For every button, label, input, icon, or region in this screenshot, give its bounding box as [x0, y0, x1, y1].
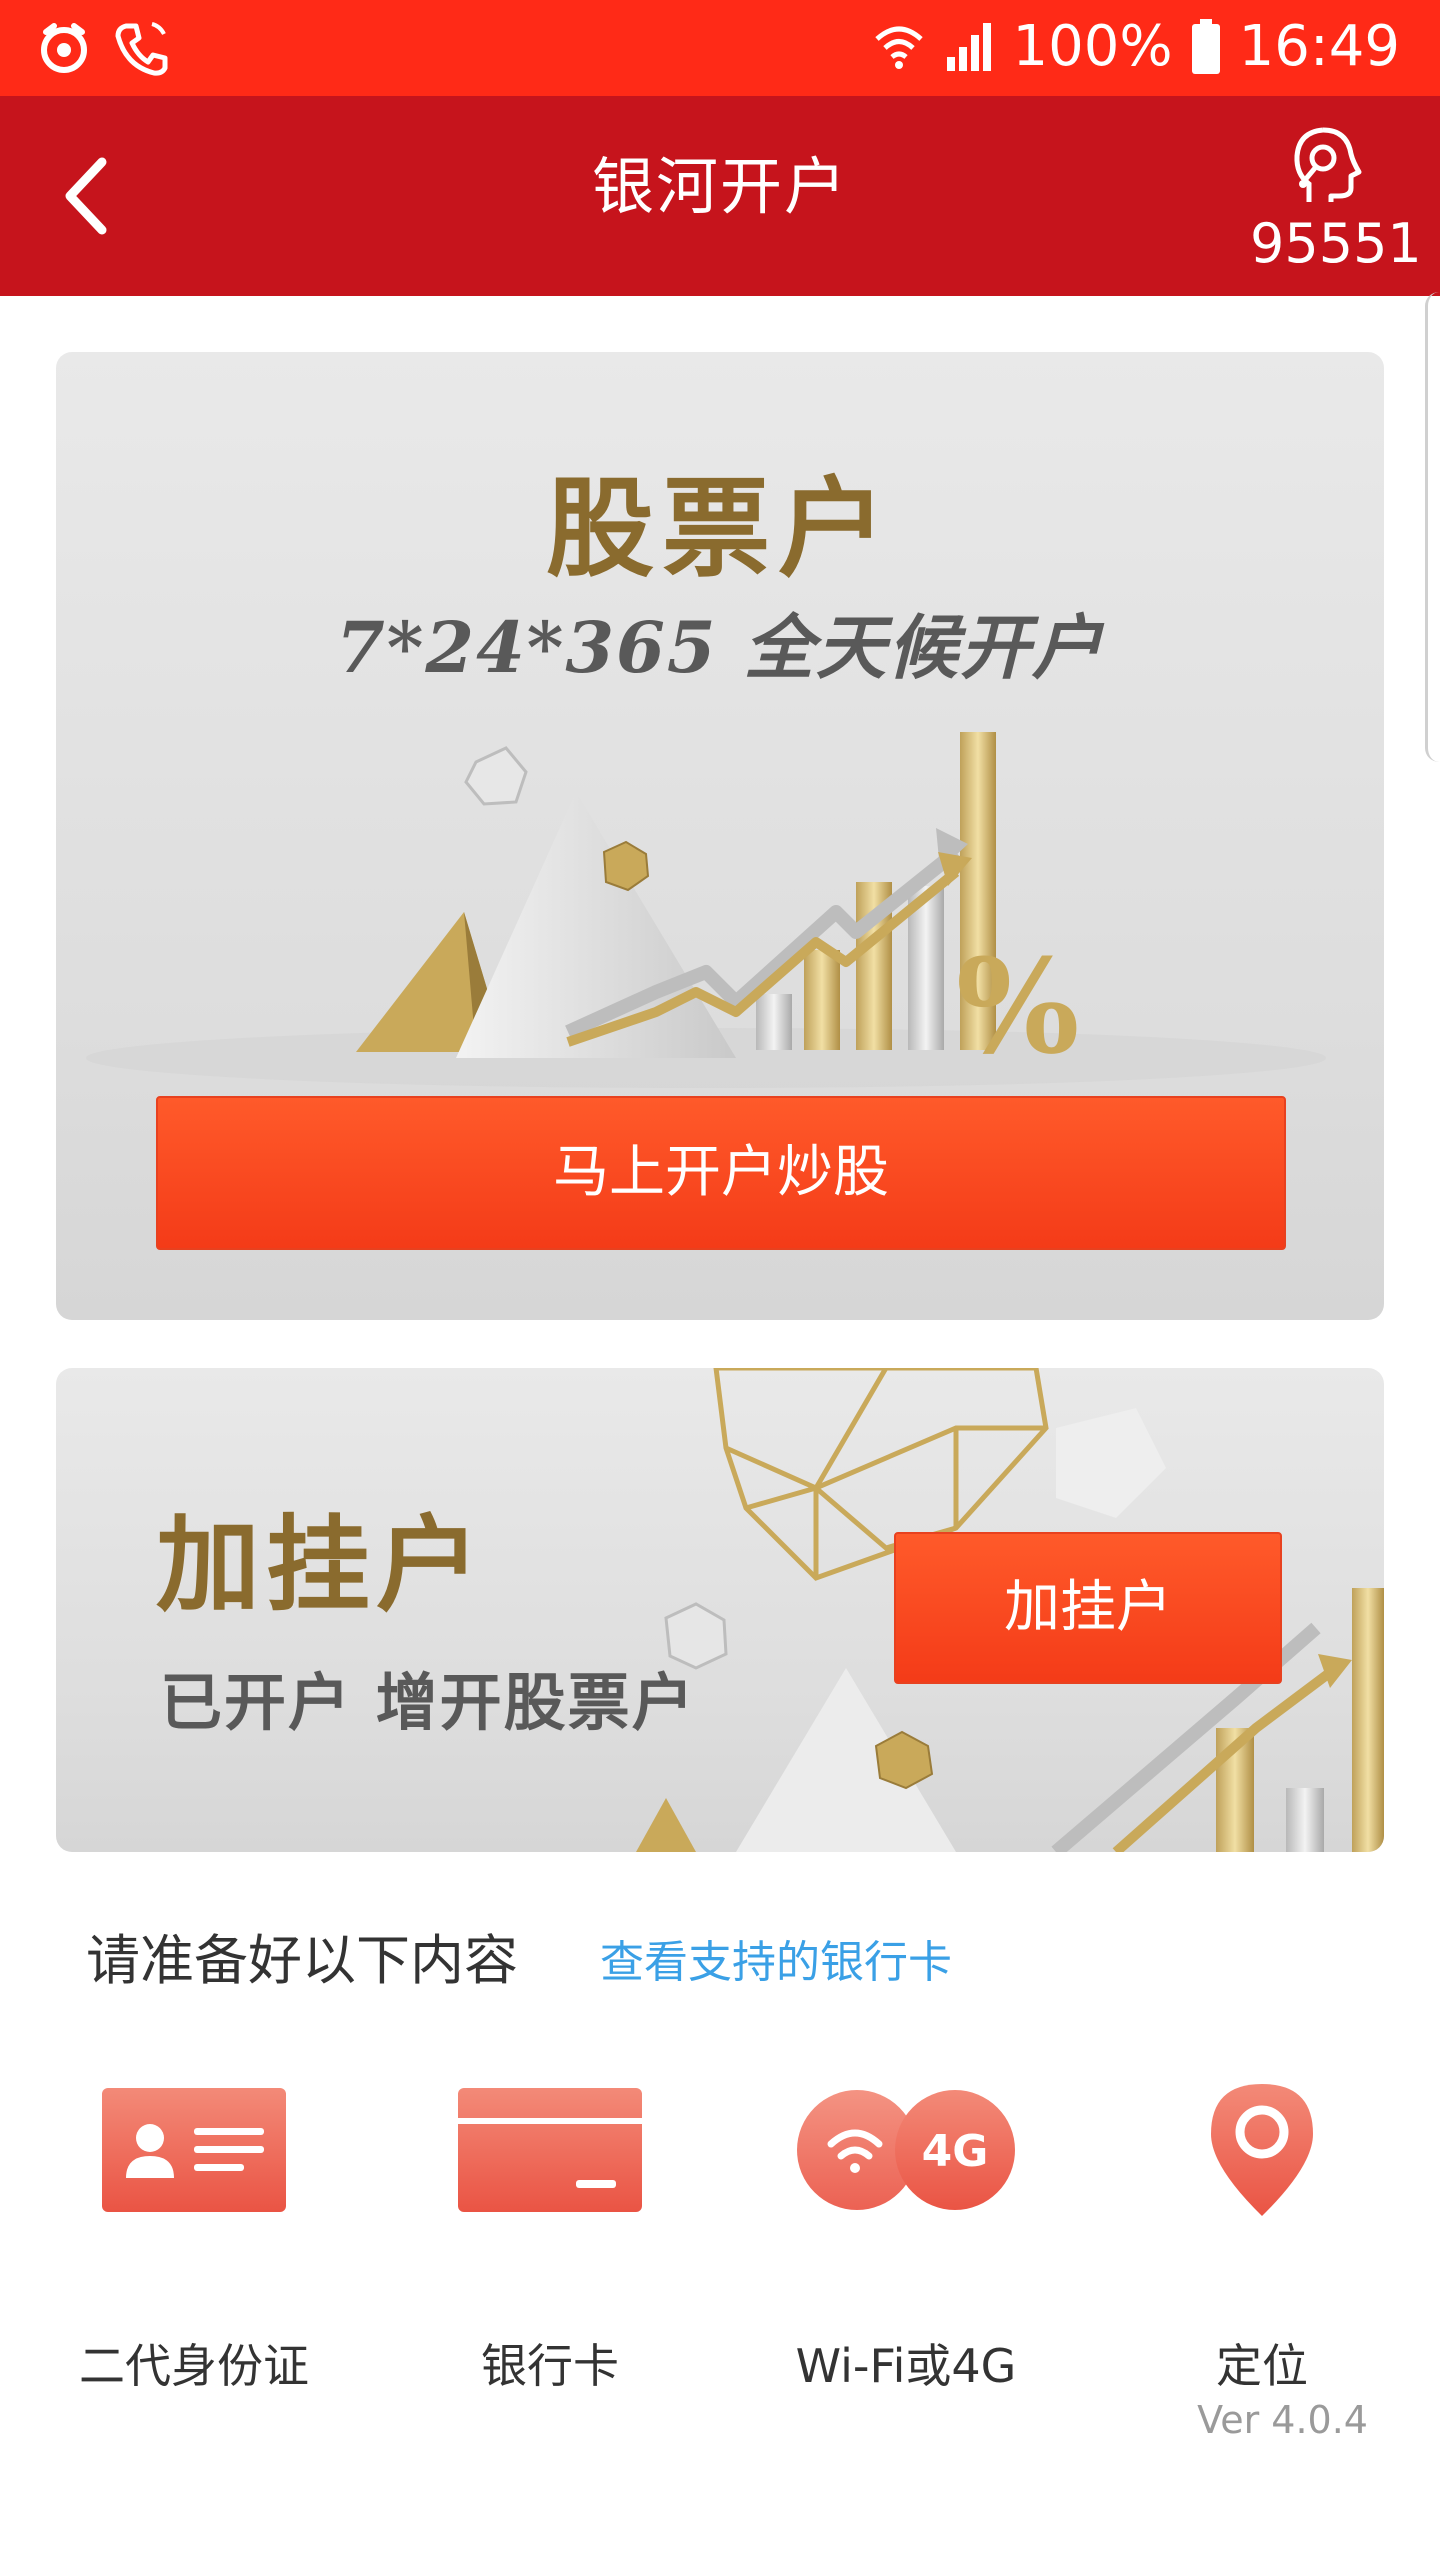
- battery-icon: [1191, 18, 1221, 75]
- requirement-location: 定位: [1112, 2060, 1412, 2396]
- hotline-button[interactable]: 95551: [1250, 126, 1422, 275]
- app-bar: 银河开户 95551: [0, 96, 1440, 296]
- alarm-icon: [36, 20, 92, 76]
- customer-service-icon: [1294, 127, 1362, 202]
- scroll-edge: [1425, 292, 1440, 762]
- hotline-number: 95551: [1250, 212, 1422, 275]
- stock-card-title: 股票户: [545, 466, 894, 592]
- icon-badge-4g: 4G: [922, 2126, 989, 2177]
- prepare-heading: 请准备好以下内容: [86, 1929, 518, 1992]
- id-card-icon: [102, 2088, 286, 2212]
- location-icon: [1211, 2084, 1313, 2216]
- supported-banks-link[interactable]: 查看支持的银行卡: [600, 1926, 952, 1990]
- phone-icon: [112, 18, 172, 78]
- requirement-label: 银行卡: [481, 2339, 619, 2393]
- battery-percent: 100%: [1012, 14, 1173, 79]
- add-account-button[interactable]: 加挂户: [894, 1532, 1282, 1684]
- add-account-card: 加挂户 已开户 增开股票户 加挂户: [56, 1368, 1384, 1852]
- requirement-label: Wi-Fi或4G: [795, 2339, 1017, 2393]
- signal-icon: [943, 21, 995, 73]
- requirement-bank-card: 银行卡: [400, 2060, 700, 2396]
- stock-account-card: % 股票户 7*24*365 全天候开户 马上开户炒股: [56, 352, 1384, 1320]
- add-card-subtitle: 已开户 增开股票户: [160, 1666, 696, 1739]
- requirement-id-card: 二代身份证: [44, 2060, 344, 2396]
- status-bar: 100% 16:49: [0, 0, 1440, 96]
- clock: 16:49: [1238, 14, 1400, 79]
- page-title: 银河开户: [591, 150, 848, 223]
- requirement-network: 4G Wi-Fi或4G: [756, 2060, 1056, 2396]
- svg-text:%: %: [956, 930, 1080, 1083]
- version-label: Ver 4.0.4: [1197, 2398, 1368, 2442]
- add-card-title: 加挂户: [156, 1503, 487, 1626]
- open-account-button[interactable]: 马上开户炒股: [156, 1096, 1286, 1250]
- wifi-icon: [873, 21, 925, 73]
- wifi-4g-icon: 4G: [797, 2090, 1015, 2210]
- requirement-label: 二代身份证: [79, 2339, 309, 2393]
- requirement-label: 定位: [1216, 2339, 1308, 2393]
- bank-card-icon: [458, 2088, 642, 2212]
- stock-card-subtitle: 7*24*365 全天候开户: [336, 606, 1104, 689]
